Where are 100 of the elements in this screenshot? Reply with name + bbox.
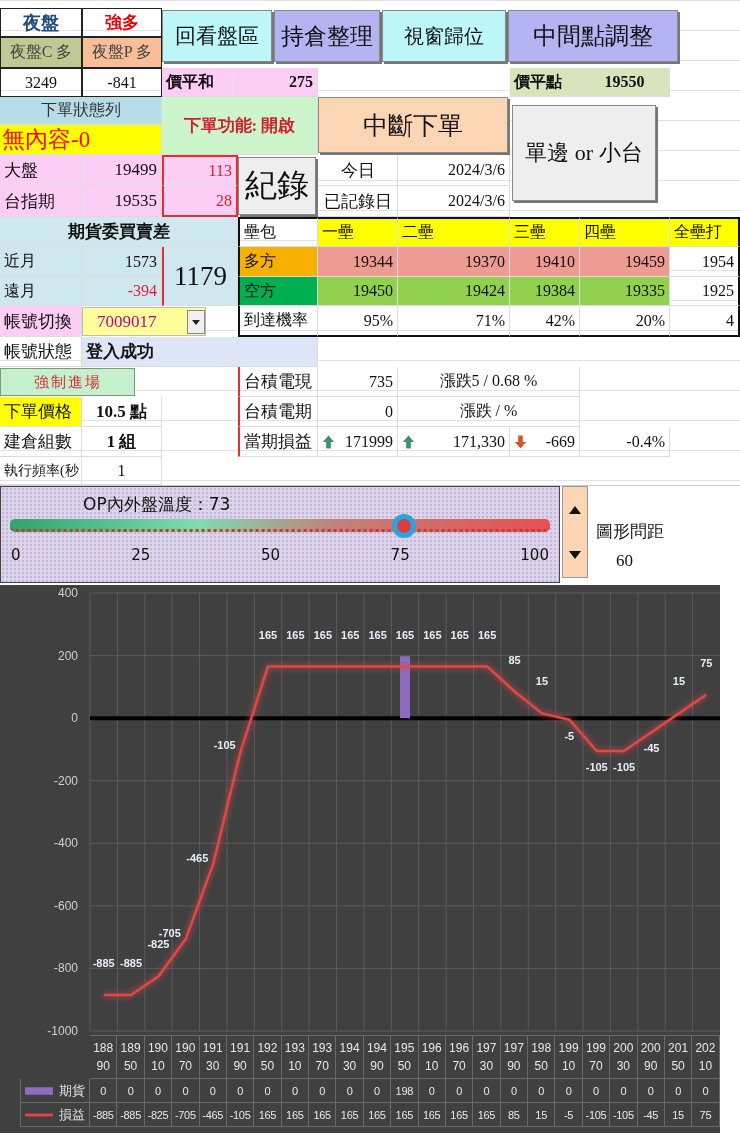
axis-label: 200 [57, 648, 78, 663]
table-cell: 下單狀態列 [0, 97, 162, 125]
x-tick-label: 19310 [284, 1040, 305, 1075]
table-cell: 0 [144, 1079, 173, 1103]
table-cell: 28 [162, 186, 238, 217]
table-cell: 0 [664, 1079, 693, 1103]
axis-label: 400 [57, 586, 78, 600]
category-label: 19250 [254, 1035, 282, 1079]
data-label: 165 [395, 628, 415, 641]
toolbar-button[interactable]: 中間點調整 [508, 10, 678, 62]
x-tick-label: 19730 [476, 1040, 497, 1075]
category-label: 20030 [610, 1035, 638, 1079]
spin-button[interactable] [562, 486, 588, 578]
table-cell: 15 [528, 1103, 556, 1127]
table-cell: 0 [199, 1079, 227, 1103]
data-label: -105 [613, 761, 636, 773]
temperature-title: OP內外盤溫度：73 [82, 493, 232, 516]
scale-label: 25 [131, 546, 151, 564]
table-cell: 0 [318, 397, 398, 427]
table-cell: 20% [580, 306, 670, 337]
table-cell: 一壘 [318, 217, 398, 247]
toolbar-button[interactable]: 持倉整理 [274, 10, 380, 62]
data-label: 15 [672, 675, 686, 688]
table-cell: 0 [336, 1079, 364, 1103]
table-cell: 171,330 [453, 432, 505, 451]
data-label: -825 [147, 938, 170, 951]
table-cell: 42% [510, 306, 580, 337]
stop-order-button[interactable]: 中斷下單 [318, 97, 508, 153]
table-cell: -885 [117, 1103, 145, 1127]
x-tick-label: 18890 [93, 1040, 114, 1075]
x-tick-label: 19130 [202, 1040, 223, 1075]
table-cell: 漲跌 / % [398, 397, 580, 427]
force-entry-button[interactable]: 強制進場 [0, 368, 135, 396]
table-cell: 強多 [82, 8, 162, 37]
table-cell: 165 [281, 1103, 309, 1127]
x-tick-label: 18950 [120, 1040, 141, 1075]
table-cell: 0 [226, 1079, 255, 1103]
table-cell: 113 [162, 155, 238, 186]
legend-label: 損益 [59, 1105, 85, 1124]
axis-label: -800 [53, 961, 78, 976]
toolbar-button[interactable]: 回看盤區 [162, 10, 272, 62]
table-cell: 0 [582, 1079, 611, 1103]
data-label: -5 [564, 729, 575, 742]
table-cell: -5 [555, 1103, 583, 1127]
table-cell: 165 [445, 1103, 474, 1127]
table-cell: -394 [82, 277, 162, 306]
axis-label: -600 [53, 898, 78, 913]
table-cell: 19550 [580, 68, 670, 97]
data-label: 165 [313, 628, 332, 641]
data-label: -465 [186, 851, 209, 864]
x-tick-label: 19910 [558, 1040, 579, 1075]
table-cell: 198 [391, 1079, 419, 1103]
table-cell: 19410 [510, 247, 580, 277]
axis-label: -400 [53, 836, 78, 851]
category-label: 19670 [445, 1035, 474, 1079]
table-cell: 0 [281, 1079, 309, 1103]
x-tick-label: 19250 [257, 1040, 278, 1075]
data-label: -105 [585, 761, 608, 773]
table-cell: 19499 [82, 155, 162, 186]
x-tick-label: 19430 [339, 1040, 360, 1075]
table-cell: 95% [318, 306, 398, 337]
x-tick-label: 19070 [175, 1040, 196, 1075]
x-tick-label: 19970 [585, 1040, 606, 1075]
table-cell: 登入成功 [82, 337, 318, 367]
table-cell: 無內容-0 [0, 125, 162, 155]
table-cell: 多方 [238, 247, 318, 277]
table-cell: 165 [309, 1103, 337, 1127]
data-label: 165 [368, 628, 387, 641]
x-tick-label: 20030 [613, 1040, 634, 1075]
x-tick-label: 19550 [394, 1040, 415, 1075]
table-cell: 165 [363, 1103, 392, 1127]
table-cell: 0 [363, 1079, 392, 1103]
table-cell: 下單價格 [0, 397, 82, 427]
table-cell: 75 [692, 1103, 720, 1127]
table-cell: 19535 [82, 186, 162, 217]
table-cell: -885 [90, 1103, 118, 1127]
account-dropdown[interactable]: 7009017 [82, 307, 206, 336]
scale-label: 75 [390, 546, 410, 564]
table-cell: 275 [238, 68, 318, 97]
toolbar-button[interactable]: 視窗歸位 [382, 10, 506, 62]
up-arrow-icon [322, 433, 335, 450]
category-label: 20090 [637, 1035, 665, 1079]
single-side-button[interactable]: 單邊 or 小台 [512, 105, 656, 201]
x-tick-label: 19670 [449, 1040, 470, 1075]
table-cell: 漲跌5 / 0.68 % [398, 367, 580, 397]
temperature-thumb[interactable] [392, 514, 417, 538]
data-label: -45 [643, 742, 660, 755]
table-cell: 全壘打 [670, 217, 740, 247]
record-button[interactable]: 紀錄 [238, 157, 316, 215]
table-cell: -465 [199, 1103, 227, 1127]
table-cell: 0 [117, 1079, 145, 1103]
scale-label: 0 [11, 546, 21, 564]
table-cell: 執行頻率(秒 [0, 457, 82, 485]
table-cell: 19335 [580, 277, 670, 306]
table-cell: 0 [309, 1079, 337, 1103]
table-cell: 二壘 [398, 217, 510, 247]
table-cell: 台積電期 [238, 397, 318, 427]
table-cell: 近月 [0, 247, 82, 277]
table-cell: 0 [473, 1079, 501, 1103]
table-cell: -0.4% [626, 432, 665, 451]
